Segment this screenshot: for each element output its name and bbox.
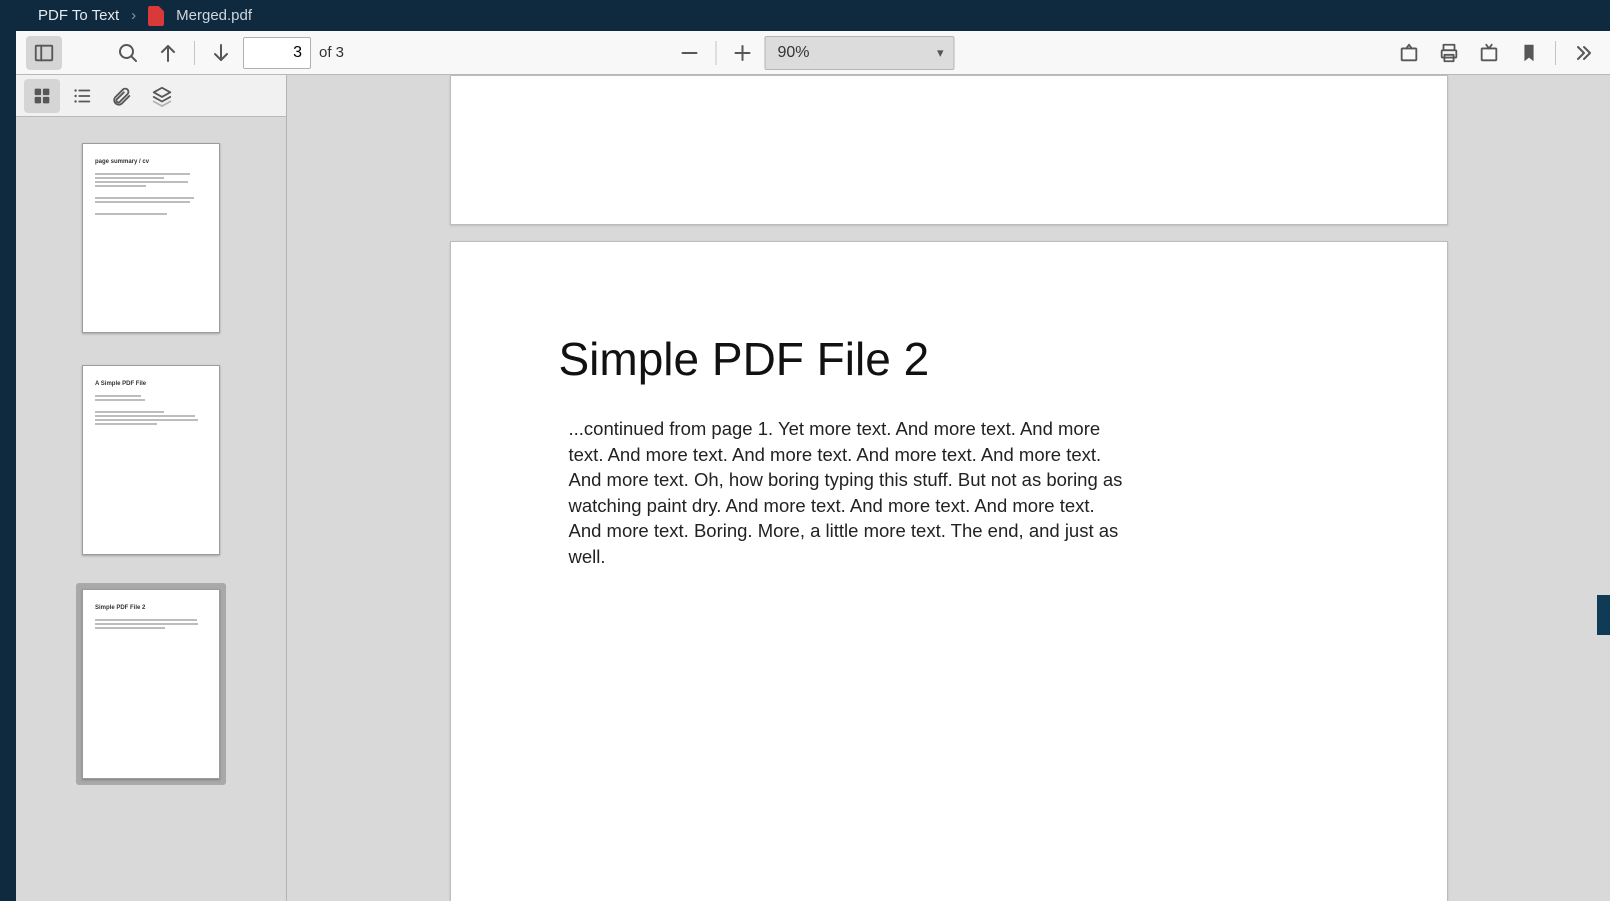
prev-page-button[interactable]	[150, 36, 186, 70]
thumbnail-title: page summary / cv	[95, 158, 207, 167]
thumbnail-text-line	[95, 181, 188, 183]
viewer-body: page summary / cv A Simple PDF File Simple…	[16, 75, 1610, 901]
pdf-viewer: of 3 90% ▾	[16, 31, 1610, 901]
toolbar: of 3 90% ▾	[16, 31, 1610, 75]
thumbnail-wrap[interactable]: Simple PDF File 2	[76, 583, 226, 785]
title-bar: PDF To Text › Merged.pdf	[0, 0, 1610, 31]
separator	[1555, 41, 1556, 65]
thumbnail-page-1[interactable]: page summary / cv	[82, 143, 220, 333]
thumbnail-title: A Simple PDF File	[95, 380, 207, 389]
sidebar-tabs	[16, 75, 286, 117]
thumbnail-text-line	[95, 201, 190, 203]
pdf-file-icon	[148, 6, 164, 26]
page-stack: Simple PDF File 2 ...continued from page…	[287, 75, 1610, 901]
search-button[interactable]	[110, 36, 146, 70]
thumbnail-title: Simple PDF File 2	[95, 604, 207, 613]
toolbar-center-group: 90% ▾	[672, 36, 955, 70]
thumbnail-text-line	[95, 173, 190, 175]
thumbnail-page-2[interactable]: A Simple PDF File	[82, 365, 220, 555]
thumbnail-text-line	[95, 415, 195, 417]
sidebar: page summary / cv A Simple PDF File Simple…	[16, 75, 287, 901]
thumbnail-text-line	[95, 623, 198, 625]
outline-tab[interactable]	[64, 79, 100, 113]
thumbnail-text-line	[95, 419, 198, 421]
breadcrumb-file: Merged.pdf	[176, 7, 252, 24]
thumbnail-text-line	[95, 177, 164, 179]
separator	[716, 41, 717, 65]
thumbnail-text-line	[95, 395, 141, 397]
breadcrumb-root[interactable]: PDF To Text	[38, 7, 119, 24]
page-number-input[interactable]	[243, 37, 311, 69]
toolbar-right-group	[1391, 36, 1600, 70]
thumbnail-text-line	[95, 399, 145, 401]
page-total-label: of 3	[315, 44, 350, 61]
zoom-out-button[interactable]	[672, 36, 708, 70]
thumbnail-page-3[interactable]: Simple PDF File 2	[82, 589, 220, 779]
thumbnail-text-line	[95, 185, 146, 187]
document-title: Simple PDF File 2	[559, 332, 1347, 386]
chevron-right-icon: ›	[131, 7, 136, 24]
separator	[194, 41, 195, 65]
attachments-tab[interactable]	[104, 79, 140, 113]
more-tools-button[interactable]	[1564, 36, 1600, 70]
print-button[interactable]	[1431, 36, 1467, 70]
zoom-value: 90%	[778, 44, 810, 62]
thumbnail-text-line	[95, 213, 167, 215]
page-current[interactable]: Simple PDF File 2 ...continued from page…	[450, 241, 1448, 901]
bookmark-button[interactable]	[1511, 36, 1547, 70]
zoom-select[interactable]: 90% ▾	[765, 36, 955, 70]
thumbnail-text-line	[95, 619, 197, 621]
app-left-rail	[0, 31, 16, 901]
toolbar-left-group: of 3	[26, 36, 350, 70]
chevron-down-icon: ▾	[937, 45, 944, 61]
next-page-button[interactable]	[203, 36, 239, 70]
download-button[interactable]	[1471, 36, 1507, 70]
scroll-indicator[interactable]	[1597, 595, 1610, 635]
thumbnail-text-line	[95, 205, 207, 211]
thumbnail-text-line	[95, 197, 194, 199]
thumbnails-tab[interactable]	[24, 79, 60, 113]
layers-tab[interactable]	[144, 79, 180, 113]
thumbnail-text-line	[95, 627, 165, 629]
thumbnail-text-line	[95, 423, 157, 425]
toggle-sidebar-button[interactable]	[26, 36, 62, 70]
page-prev-partial[interactable]	[450, 75, 1448, 225]
document-body-text: ...continued from page 1. Yet more text.…	[569, 416, 1129, 569]
thumbnail-wrap[interactable]: page summary / cv	[78, 139, 224, 337]
thumbnail-text-line	[95, 403, 207, 409]
thumbnail-text-line	[95, 411, 164, 413]
page-canvas[interactable]: Simple PDF File 2 ...continued from page…	[287, 75, 1610, 901]
thumbnail-wrap[interactable]: A Simple PDF File	[78, 361, 224, 559]
open-file-button[interactable]	[1391, 36, 1427, 70]
zoom-in-button[interactable]	[725, 36, 761, 70]
thumbnail-list[interactable]: page summary / cv A Simple PDF File Simple…	[16, 117, 286, 901]
thumbnail-text-line	[95, 189, 207, 195]
